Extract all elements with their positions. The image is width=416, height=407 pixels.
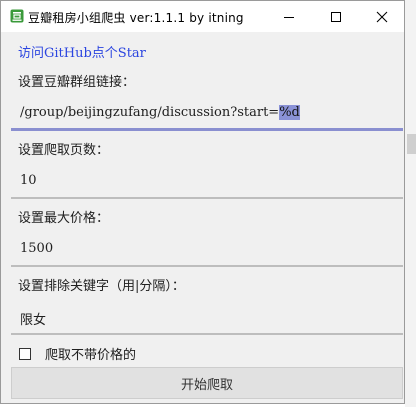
close-icon (376, 11, 388, 22)
no-price-checkbox-label: 爬取不带价格的 (45, 348, 137, 363)
app-window: 豆瓣租房小组爬虫 ver:1.1.1 by itning 访问GitHub点个S… (0, 0, 405, 404)
max-price-value: 1500 (20, 241, 54, 256)
close-button[interactable] (359, 1, 405, 32)
main-content: 访问GitHub点个Star 设置豆瓣群组链接： /group/beijingz… (1, 32, 404, 403)
group-link-label: 设置豆瓣群组链接： (18, 75, 136, 90)
background-scrollbar-thumb (407, 134, 416, 154)
window-title: 豆瓣租房小组爬虫 ver:1.1.1 by itning (28, 11, 244, 25)
no-price-checkbox-row[interactable]: 爬取不带价格的 (19, 344, 136, 363)
exclude-keywords-label: 设置排除关键字（用|分隔）： (18, 279, 185, 294)
douban-app-icon (10, 9, 24, 23)
group-link-value-prefix: /group/beijingzufang/discussion?start= (20, 105, 280, 120)
pages-value: 10 (20, 173, 37, 188)
pages-label: 设置爬取页数： (18, 143, 110, 158)
group-link-selected-text: %d (279, 105, 300, 120)
start-crawl-button[interactable]: 开始爬取 (11, 367, 403, 399)
minimize-button[interactable] (266, 1, 312, 32)
github-star-link[interactable]: 访问GitHub点个Star (18, 42, 146, 61)
group-link-value: /group/beijingzufang/discussion?start=%d (20, 105, 300, 120)
max-price-input[interactable]: 1500 (11, 233, 403, 267)
exclude-keywords-input[interactable]: 限女 (11, 301, 403, 335)
no-price-checkbox[interactable] (19, 347, 31, 360)
title-bar[interactable]: 豆瓣租房小组爬虫 ver:1.1.1 by itning (1, 1, 404, 32)
max-price-label: 设置最大价格： (18, 211, 110, 226)
exclude-keywords-value: 限女 (20, 313, 47, 328)
group-link-input[interactable]: /group/beijingzufang/discussion?start=%d (11, 97, 403, 131)
pages-input[interactable]: 10 (11, 165, 403, 199)
minimize-icon (284, 16, 294, 18)
maximize-button[interactable] (313, 1, 359, 32)
background-window-strip (405, 0, 416, 407)
maximize-icon (331, 11, 341, 22)
